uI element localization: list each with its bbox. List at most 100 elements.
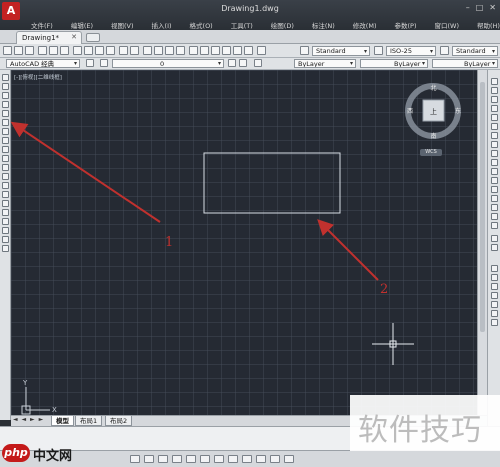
object-snap-perpendicular-icon[interactable] [491,319,498,326]
make-current-layer-icon[interactable] [228,59,236,67]
object-snap-center-icon[interactable] [491,292,498,299]
circle-icon[interactable] [2,128,9,135]
open-file-icon[interactable] [14,46,23,55]
markup-icon[interactable] [233,46,242,55]
layout-nav-arrows[interactable]: ◄ ◄ ► ► [13,416,44,423]
match-properties-icon[interactable] [106,46,115,55]
object-snap-icon[interactable] [186,455,196,463]
properties-icon[interactable] [189,46,198,55]
ducs-icon[interactable] [214,455,224,463]
plot-icon[interactable] [38,46,47,55]
join-icon[interactable] [491,195,498,202]
new-file-icon[interactable] [3,46,12,55]
rectangle-icon[interactable] [2,110,9,117]
object-snap-intersection-icon[interactable] [491,283,498,290]
line-icon[interactable] [2,74,9,81]
tab-layout2[interactable]: 布局2 [105,416,133,426]
vertical-scrollbar[interactable] [477,70,487,415]
design-center-icon[interactable] [200,46,209,55]
make-block-icon[interactable] [2,182,9,189]
construction-line-icon[interactable] [2,83,9,90]
array-icon[interactable] [491,114,498,121]
revision-cloud-icon[interactable] [2,137,9,144]
object-snap-tracking-icon[interactable] [200,455,210,463]
multiline-text-icon[interactable] [2,236,9,243]
insert-block-icon[interactable] [2,173,9,180]
table-icon[interactable] [2,227,9,234]
spline-icon[interactable] [2,146,9,153]
sheet-set-icon[interactable] [222,46,231,55]
dim-style-icon[interactable] [374,46,383,55]
zoom-realtime-icon[interactable] [154,46,163,55]
snap-mode-icon[interactable] [130,455,140,463]
lineweight-dropdown[interactable]: ByLayer ▾ [432,59,498,68]
quickcalc-icon[interactable] [244,46,253,55]
add-selected-icon[interactable] [2,245,9,252]
viewport-controls[interactable]: [-][俯视][二维线框] [14,73,62,81]
scrollbar-thumb[interactable] [480,82,485,332]
menu-file[interactable]: 文件(F) [22,18,62,30]
erase-icon[interactable] [491,78,498,85]
transparency-icon[interactable] [256,455,266,463]
undo-icon[interactable] [119,46,128,55]
drawing-canvas[interactable]: [-][俯视][二维线框] [11,70,477,415]
move-icon[interactable] [491,123,498,130]
menu-help[interactable]: 帮助(H) [468,18,500,30]
redo-icon[interactable] [130,46,139,55]
menu-parametric[interactable]: 参数(P) [385,18,425,30]
save-icon[interactable] [25,46,34,55]
menu-window[interactable]: 窗口(W) [425,18,468,30]
menu-insert[interactable]: 插入(I) [143,18,181,30]
object-snap-quadrant-icon[interactable] [491,301,498,308]
dynamic-input-icon[interactable] [228,455,238,463]
menu-tools[interactable]: 工具(T) [222,18,262,30]
blend-curves-icon[interactable] [491,235,498,242]
mirror-icon[interactable] [491,96,498,103]
lineweight-toggle-icon[interactable] [242,455,252,463]
layer-previous-icon[interactable] [239,59,247,67]
new-tab-button[interactable] [86,33,100,42]
layer-properties-icon[interactable] [100,59,108,67]
menu-draw[interactable]: 绘图(D) [262,18,303,30]
stretch-icon[interactable] [491,150,498,157]
table-style-dropdown[interactable]: Standard ▾ [452,46,498,56]
wcs-menu[interactable]: WCS [420,149,442,156]
ellipse-icon[interactable] [2,155,9,162]
polygon-icon[interactable] [2,101,9,108]
tool-palettes-icon[interactable] [211,46,220,55]
menu-dimension[interactable]: 标注(N) [303,18,344,30]
text-style-icon[interactable] [300,46,309,55]
lengthen-icon[interactable] [491,244,498,251]
selection-cycling-icon[interactable] [284,455,294,463]
layer-dropdown[interactable]: 0 ▾ [112,59,224,68]
color-control-icon[interactable] [254,59,262,67]
cut-icon[interactable] [73,46,82,55]
point-icon[interactable] [2,191,9,198]
extend-icon[interactable] [491,168,498,175]
chamfer-icon[interactable] [491,204,498,211]
ortho-mode-icon[interactable] [158,455,168,463]
tab-drawing1[interactable]: Drawing1* ✕ [16,31,82,44]
tab-model[interactable]: 模型 [51,416,74,426]
gradient-icon[interactable] [2,209,9,216]
linetype-dropdown[interactable]: ByLayer ▾ [360,59,428,68]
tab-layout1[interactable]: 布局1 [75,416,103,426]
text-style-dropdown[interactable]: Standard ▾ [312,46,370,56]
table-style-icon[interactable] [440,46,449,55]
publish-icon[interactable] [60,46,69,55]
copy-object-icon[interactable] [491,87,498,94]
menu-view[interactable]: 视图(V) [102,18,143,30]
scale-icon[interactable] [491,141,498,148]
copy-icon[interactable] [84,46,93,55]
paste-icon[interactable] [95,46,104,55]
object-snap-midpoint-icon[interactable] [491,274,498,281]
menu-modify[interactable]: 修改(M) [344,18,386,30]
maximize-icon[interactable]: □ [476,3,484,12]
workspace-dropdown[interactable]: AutoCAD 经典 ▾ [6,59,80,68]
help-icon[interactable] [257,46,266,55]
arc-icon[interactable] [2,119,9,126]
ellipse-arc-icon[interactable] [2,164,9,171]
close-icon[interactable]: ✕ [489,3,496,12]
trim-icon[interactable] [491,159,498,166]
region-icon[interactable] [2,218,9,225]
